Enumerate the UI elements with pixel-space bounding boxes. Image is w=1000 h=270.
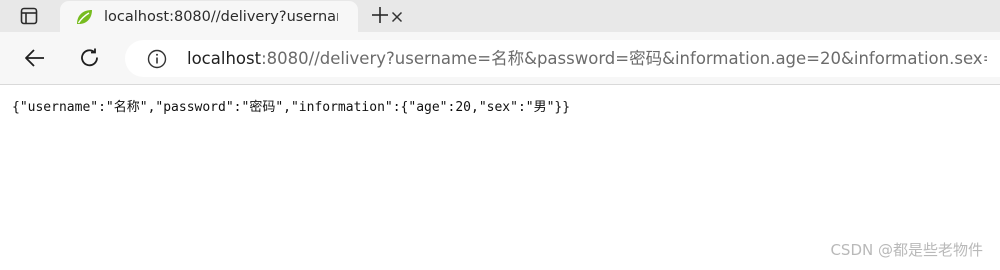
refresh-button[interactable] [78, 46, 102, 70]
browser-tab[interactable]: localhost:8080//delivery?username=名称&pas… [60, 1, 403, 32]
sidebar-toggle-button[interactable] [20, 7, 38, 25]
address-bar[interactable]: localhost:8080//delivery?username=名称&pas… [125, 40, 1000, 77]
back-button[interactable] [23, 46, 47, 70]
info-circle-icon [147, 49, 167, 69]
url-text[interactable]: localhost:8080//delivery?username=名称&pas… [187, 48, 987, 69]
plus-icon [372, 7, 388, 23]
page-content: {"username":"名称","password":"密码","inform… [0, 85, 1000, 270]
refresh-icon [81, 48, 98, 67]
tab-close-button[interactable] [390, 10, 404, 24]
sidebar-toggle-icon [20, 7, 38, 25]
tab-title: localhost:8080//delivery?username=名称&pas… [104, 9, 338, 25]
tab-strip: localhost:8080//delivery?username=名称&pas… [0, 0, 1000, 32]
close-icon [391, 11, 403, 23]
arrow-left-icon [25, 49, 44, 67]
url-path: :8080//delivery?username=名称&password=密码&… [261, 49, 987, 68]
spring-leaf-icon [77, 10, 92, 24]
watermark: CSDN @都是些老物件 [830, 241, 983, 259]
browser-toolbar: localhost:8080//delivery?username=名称&pas… [0, 32, 1000, 85]
new-tab-button[interactable] [369, 4, 391, 26]
site-info-button[interactable] [146, 48, 168, 70]
url-host: localhost [187, 49, 262, 68]
json-response-text: {"username":"名称","password":"密码","inform… [12, 100, 571, 115]
